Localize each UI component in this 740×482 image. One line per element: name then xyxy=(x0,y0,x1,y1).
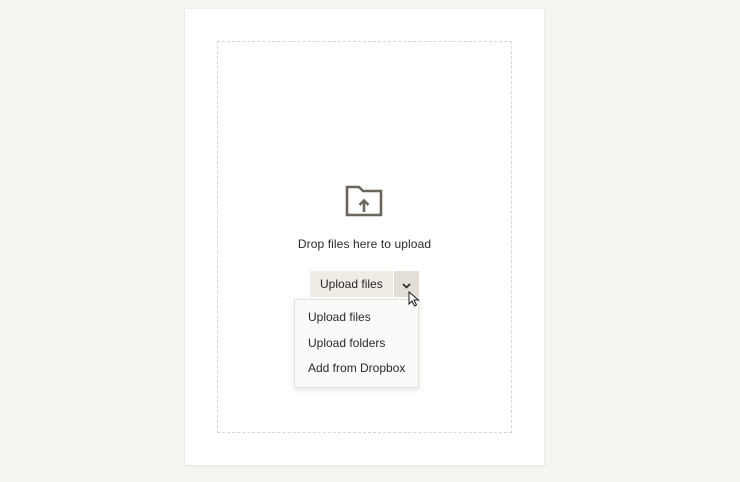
menu-item-add-from-dropbox[interactable]: Add from Dropbox xyxy=(295,356,418,382)
folder-upload-icon xyxy=(344,183,386,219)
menu-item-upload-folders[interactable]: Upload folders xyxy=(295,331,418,357)
upload-files-button[interactable]: Upload files xyxy=(310,271,393,297)
mouse-pointer-icon xyxy=(408,290,420,307)
chevron-down-icon xyxy=(402,277,411,292)
upload-split-button: Upload files xyxy=(310,271,419,297)
menu-item-upload-files[interactable]: Upload files xyxy=(295,305,418,331)
upload-options-menu: Upload files Upload folders Add from Dro… xyxy=(294,299,419,388)
upload-card: Drop files here to upload Upload files U… xyxy=(185,9,544,465)
upload-page: Drop files here to upload Upload files U… xyxy=(0,0,740,482)
drop-instructions: Drop files here to upload xyxy=(297,237,432,251)
